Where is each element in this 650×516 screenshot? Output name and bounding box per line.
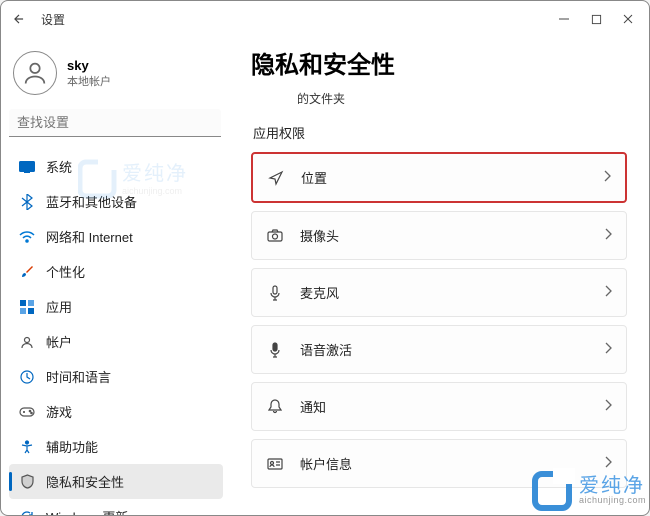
close-button[interactable] (621, 12, 635, 26)
sidebar-item-label: 网络和 Internet (46, 227, 133, 246)
sidebar-item-system[interactable]: 系统 (9, 149, 223, 184)
sidebar-item-time-language[interactable]: 时间和语言 (9, 359, 223, 394)
setting-item-account-info[interactable]: 帐户信息 (251, 439, 627, 488)
content-pane: 隐私和安全性 的文件夹 应用权限 位置 摄像头 麦 (233, 37, 649, 515)
search-box (9, 109, 221, 137)
location-icon (267, 169, 285, 187)
setting-item-notifications[interactable]: 通知 (251, 382, 627, 431)
back-button[interactable] (9, 9, 29, 29)
shield-icon (19, 474, 35, 490)
sidebar-item-label: 辅助功能 (46, 437, 98, 456)
sidebar: sky 本地帐户 系统 蓝牙和其他设备 网络和 Internet (1, 37, 233, 515)
search-input[interactable] (9, 109, 221, 137)
gamepad-icon (19, 404, 35, 420)
setting-label: 摄像头 (300, 226, 339, 245)
camera-icon (266, 227, 284, 245)
sidebar-item-label: 时间和语言 (46, 367, 111, 386)
sidebar-item-privacy[interactable]: 隐私和安全性 (9, 464, 223, 499)
sidebar-item-label: 游戏 (46, 402, 72, 421)
window-title: 设置 (41, 11, 65, 28)
sidebar-item-label: 蓝牙和其他设备 (46, 192, 137, 211)
account-icon (19, 334, 35, 350)
sidebar-item-apps[interactable]: 应用 (9, 289, 223, 324)
avatar (13, 51, 57, 95)
settings-list: 位置 摄像头 麦克风 语音激活 (251, 152, 627, 488)
setting-item-microphone[interactable]: 麦克风 (251, 268, 627, 317)
title-bar: 设置 (1, 1, 649, 37)
microphone-icon (266, 284, 284, 302)
sidebar-item-label: 隐私和安全性 (46, 472, 124, 491)
page-title: 隐私和安全性 (251, 45, 627, 80)
chevron-right-icon (603, 170, 611, 185)
sidebar-item-windows-update[interactable]: Windows 更新 (9, 499, 223, 515)
chevron-right-icon (604, 228, 612, 243)
previous-item-tail: 的文件夹 (251, 86, 627, 117)
setting-item-voice-activation[interactable]: 语音激活 (251, 325, 627, 374)
maximize-button[interactable] (589, 12, 603, 26)
setting-label: 通知 (300, 397, 326, 416)
brush-icon (19, 264, 35, 280)
accessibility-icon (19, 439, 35, 455)
chevron-right-icon (604, 342, 612, 357)
sidebar-item-accounts[interactable]: 帐户 (9, 324, 223, 359)
setting-label: 帐户信息 (300, 454, 352, 473)
update-icon (19, 509, 35, 516)
system-icon (19, 159, 35, 175)
sidebar-item-accessibility[interactable]: 辅助功能 (9, 429, 223, 464)
sidebar-item-label: 应用 (46, 297, 72, 316)
sidebar-item-label: 个性化 (46, 262, 85, 281)
account-block[interactable]: sky 本地帐户 (9, 43, 225, 109)
bell-icon (266, 398, 284, 416)
account-type: 本地帐户 (67, 73, 111, 89)
id-card-icon (266, 455, 284, 473)
setting-label: 位置 (301, 168, 327, 187)
setting-label: 语音激活 (300, 340, 352, 359)
nav-list: 系统 蓝牙和其他设备 网络和 Internet 个性化 应用 (9, 149, 225, 515)
account-name: sky (67, 58, 111, 73)
chevron-right-icon (604, 399, 612, 414)
section-label: 应用权限 (253, 123, 627, 142)
settings-window: 设置 sky 本地帐户 (0, 0, 650, 516)
sidebar-item-network[interactable]: 网络和 Internet (9, 219, 223, 254)
sidebar-item-label: 帐户 (46, 332, 72, 351)
sidebar-item-label: Windows 更新 (46, 507, 128, 515)
clock-icon (19, 369, 35, 385)
minimize-button[interactable] (557, 12, 571, 26)
sidebar-item-gaming[interactable]: 游戏 (9, 394, 223, 429)
apps-icon (19, 299, 35, 315)
wifi-icon (19, 229, 35, 245)
sidebar-item-personalization[interactable]: 个性化 (9, 254, 223, 289)
voice-icon (266, 341, 284, 359)
sidebar-item-bluetooth[interactable]: 蓝牙和其他设备 (9, 184, 223, 219)
sidebar-item-label: 系统 (46, 157, 72, 176)
chevron-right-icon (604, 456, 612, 471)
setting-item-location[interactable]: 位置 (251, 152, 627, 203)
setting-label: 麦克风 (300, 283, 339, 302)
chevron-right-icon (604, 285, 612, 300)
setting-item-camera[interactable]: 摄像头 (251, 211, 627, 260)
bluetooth-icon (19, 194, 35, 210)
